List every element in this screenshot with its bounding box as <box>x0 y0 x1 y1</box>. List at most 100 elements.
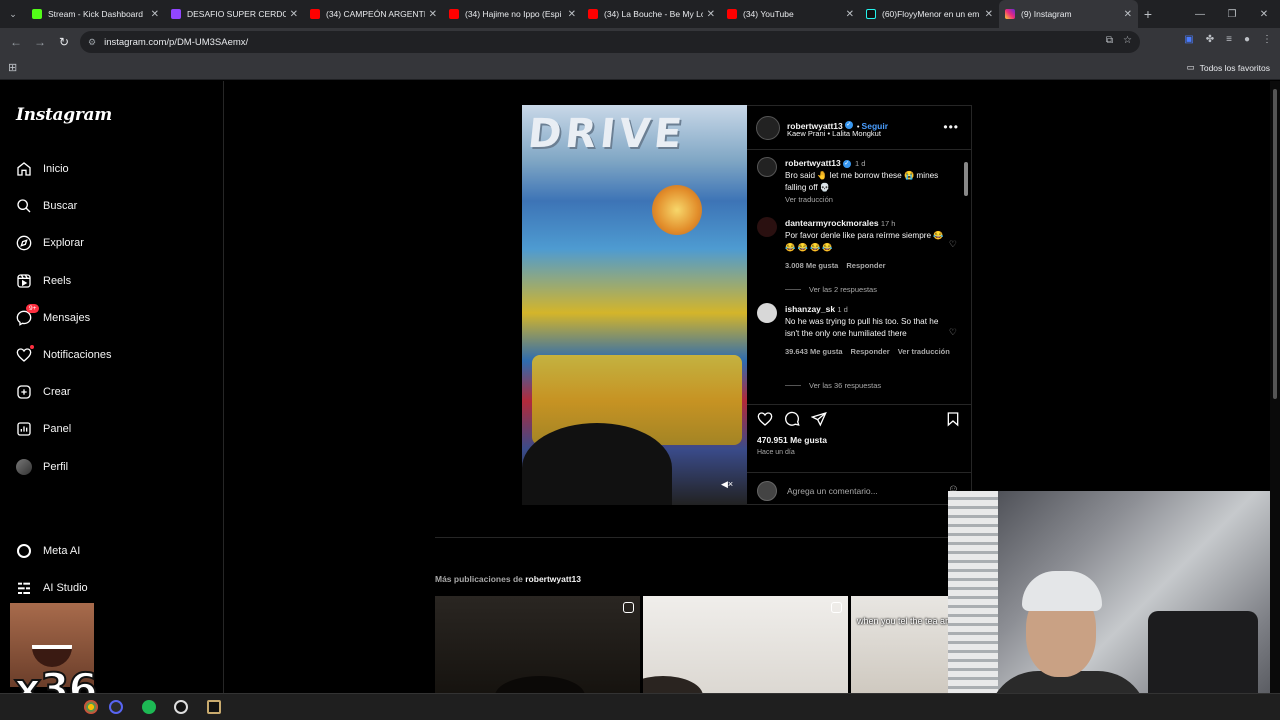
sidebar-item-perfil[interactable]: Perfil <box>16 455 68 479</box>
comment-input[interactable]: Agrega un comentario... <box>787 486 878 496</box>
install-app-icon[interactable]: ⧉ <box>1106 35 1113 46</box>
browser-menu-icon[interactable]: ⋮ <box>1262 34 1272 45</box>
folder-icon: ▭ <box>1186 62 1195 72</box>
window-controls: — ❐ ✕ <box>1184 0 1280 28</box>
page-scrollbar[interactable] <box>1270 81 1280 693</box>
view-replies[interactable]: Ver las 36 respuestas <box>785 381 881 390</box>
reload-icon[interactable]: ↻ <box>52 35 76 49</box>
tab-close-icon[interactable]: ✕ <box>290 9 298 20</box>
site-info-icon[interactable]: ⚙ <box>88 37 96 48</box>
more-posts-user[interactable]: robertwyatt13 <box>525 574 581 584</box>
chrome-taskbar-icon[interactable] <box>84 700 98 714</box>
post-thumbnail[interactable] <box>643 596 848 693</box>
tab-close-icon[interactable]: ✕ <box>707 9 715 20</box>
browser-tab-active[interactable]: (9) Instagram ✕ <box>999 0 1138 28</box>
browser-tab[interactable]: (34) Hajime no Ippo (Espi ✕ <box>443 0 582 28</box>
new-tab-button[interactable]: + <box>1138 6 1158 22</box>
sidebar-item-notificaciones[interactable]: Notificaciones <box>16 343 111 367</box>
mute-icon[interactable]: ◀× <box>721 479 735 493</box>
url-bar[interactable]: ⚙ instagram.com/p/DM-UM3SAemx/ ⧉ ☆ <box>80 31 1140 53</box>
spotify-taskbar-icon[interactable] <box>142 700 156 714</box>
comment-body: ishanzay_sk 1 d No he was trying to pull… <box>785 303 950 358</box>
sidebar-item-inicio[interactable]: Inicio <box>16 157 69 181</box>
sidebar-item-ai-studio[interactable]: AI Studio <box>16 576 88 600</box>
sidebar-item-panel[interactable]: Panel <box>16 417 71 441</box>
comment-bubble-icon[interactable] <box>784 411 800 427</box>
reels-icon <box>17 274 31 288</box>
all-bookmarks-button[interactable]: ▭ Todos los favoritos <box>1187 62 1270 73</box>
view-replies[interactable]: Ver las 2 respuestas <box>785 285 877 294</box>
apps-grid-icon[interactable]: ⊞ <box>8 61 17 74</box>
scrollbar-thumb[interactable] <box>964 162 968 196</box>
all-bookmarks-label: Todos los favoritos <box>1199 62 1270 73</box>
page-scrollbar-thumb[interactable] <box>1273 89 1277 399</box>
more-options-icon[interactable]: ••• <box>943 120 959 134</box>
profile-avatar-icon[interactable]: ● <box>1244 34 1250 45</box>
extension-icon[interactable]: ▣ <box>1184 34 1193 45</box>
sidebar-item-crear[interactable]: Crear <box>16 380 71 404</box>
sidebar-item-meta-ai[interactable]: Meta AI <box>16 539 80 563</box>
comment-like-heart-icon[interactable]: ♡ <box>949 239 957 250</box>
notification-dot <box>30 345 34 349</box>
discord-taskbar-icon[interactable] <box>109 700 123 714</box>
tab-search-icon[interactable]: ⌄ <box>0 0 26 28</box>
commenter-avatar[interactable] <box>757 303 777 323</box>
league-taskbar-icon[interactable] <box>207 700 221 714</box>
close-window-icon[interactable]: ✕ <box>1248 0 1280 28</box>
translate-link[interactable]: Ver traducción <box>898 347 950 356</box>
sidebar-item-reels[interactable]: Reels <box>16 269 71 293</box>
comment-time: 1 d <box>855 159 866 168</box>
comments-scrollbar[interactable] <box>963 152 969 402</box>
sidebar-item-label: Notificaciones <box>43 349 112 361</box>
sidebar-item-label: AI Studio <box>43 582 88 594</box>
comment-username[interactable]: dantearmyrockmorales <box>785 218 879 228</box>
sidebar-item-buscar[interactable]: Buscar <box>16 194 77 218</box>
tab-close-icon[interactable]: ✕ <box>151 9 159 20</box>
reply-button[interactable]: Responder <box>851 347 890 356</box>
audio-attribution[interactable]: Kaew Prani • Lalita Mongkut <box>787 129 881 138</box>
heart-icon <box>16 348 32 362</box>
forward-arrow-icon[interactable]: → <box>28 35 52 49</box>
browser-tab-strip: ⌄ Stream - Kick Dashboard ✕ DESAFIO SUPE… <box>0 0 1280 28</box>
back-arrow-icon[interactable]: ← <box>4 35 28 49</box>
instagram-favicon-icon <box>1005 9 1015 19</box>
comment-username[interactable]: robertwyatt13 <box>785 158 841 168</box>
comment-username[interactable]: ishanzay_sk <box>785 304 835 314</box>
sidebar-item-explorar[interactable]: Explorar <box>16 231 84 255</box>
sidebar-item-mensajes[interactable]: 9+ Mensajes <box>16 304 90 330</box>
browser-tab[interactable]: Stream - Kick Dashboard ✕ <box>26 0 165 28</box>
media-controls-icon[interactable]: ≡ <box>1226 34 1232 45</box>
share-send-icon[interactable] <box>811 411 827 427</box>
translate-link[interactable]: Ver traducción <box>785 195 833 204</box>
tab-close-icon[interactable]: ✕ <box>1124 9 1132 20</box>
like-count[interactable]: 470.951 Me gusta <box>757 435 827 445</box>
comment-like-heart-icon[interactable]: ♡ <box>949 327 957 338</box>
post-video[interactable]: DRIVE ◀× <box>522 105 747 505</box>
post-thumbnail[interactable] <box>435 596 640 693</box>
browser-tab[interactable]: (34) CAMPEÓN ARGENTIN ✕ <box>304 0 443 28</box>
minimize-icon[interactable]: — <box>1184 0 1216 28</box>
bookmark-star-icon[interactable]: ☆ <box>1123 35 1132 46</box>
tab-close-icon[interactable]: ✕ <box>985 9 993 20</box>
tab-close-icon[interactable]: ✕ <box>846 9 854 20</box>
author-avatar[interactable] <box>756 116 780 140</box>
commenter-avatar[interactable] <box>757 157 777 177</box>
comment-like-count[interactable]: 39.643 Me gusta <box>785 347 843 356</box>
browser-tab[interactable]: DESAFIO SUPER CERDO C ✕ <box>165 0 304 28</box>
browser-tab[interactable]: (34) YouTube ✕ <box>721 0 860 28</box>
comment-like-count[interactable]: 3.008 Me gusta <box>785 261 838 270</box>
tab-close-icon[interactable]: ✕ <box>429 9 437 20</box>
disco-ball-graphic <box>652 185 702 235</box>
save-bookmark-icon[interactable] <box>945 411 961 427</box>
browser-tab[interactable]: (60)FloyyMenor en un em ✕ <box>860 0 999 28</box>
reply-button[interactable]: Responder <box>846 261 885 270</box>
tab-close-icon[interactable]: ✕ <box>568 9 576 20</box>
post-thumbnail[interactable]: when you tel the tea and th <box>851 596 948 693</box>
browser-tab[interactable]: (34) La Bouche - Be My Lo ✕ <box>582 0 721 28</box>
restore-icon[interactable]: ❐ <box>1216 0 1248 28</box>
obs-taskbar-icon[interactable] <box>174 700 188 714</box>
like-heart-icon[interactable] <box>757 411 773 427</box>
commenter-avatar[interactable] <box>757 217 777 237</box>
instagram-logo[interactable]: Instagram <box>16 105 112 125</box>
extensions-puzzle-icon[interactable]: ✤ <box>1206 34 1214 45</box>
